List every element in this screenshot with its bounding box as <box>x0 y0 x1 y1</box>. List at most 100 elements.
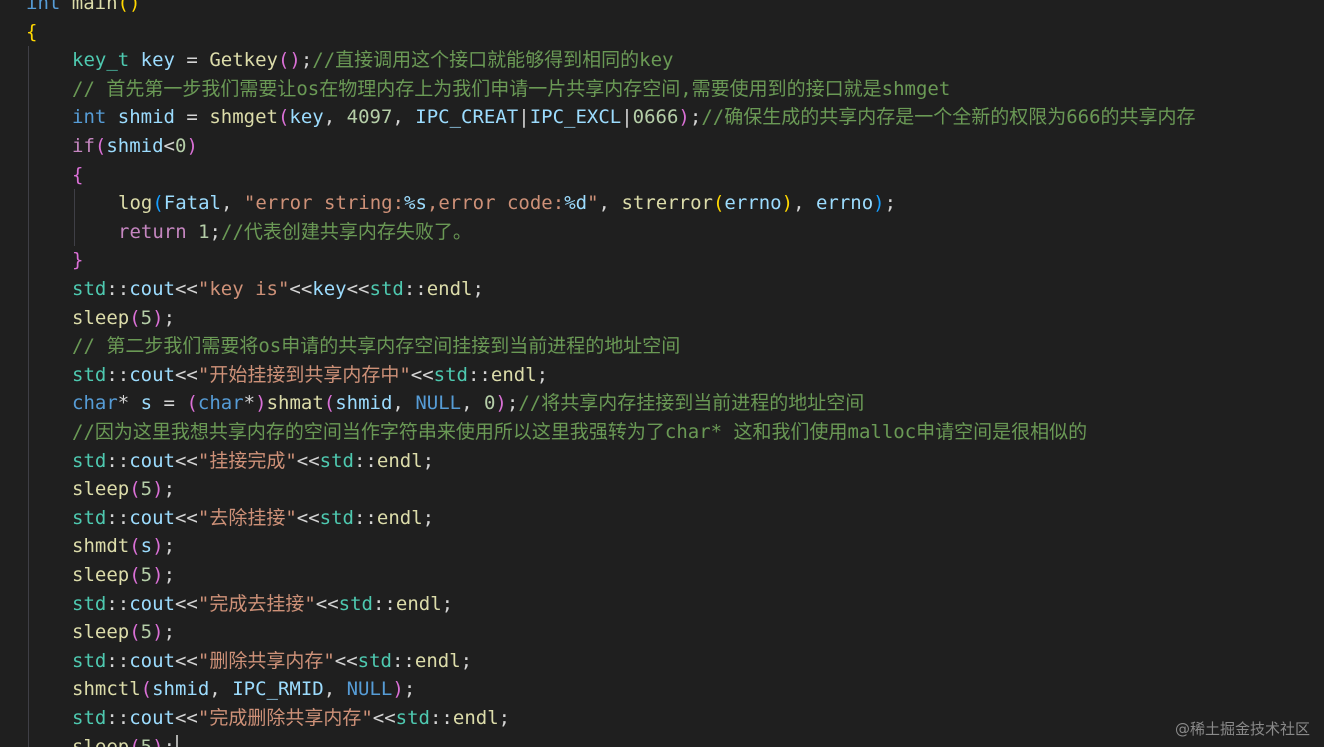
code-token: << <box>174 592 198 615</box>
code-line[interactable]: char* s = (char*)shmat(shmid, NULL, 0);/… <box>72 389 864 418</box>
code-line[interactable]: } <box>72 246 83 275</box>
code-line[interactable]: if(shmid<0) <box>72 132 198 161</box>
code-token: , <box>793 192 816 215</box>
code-token: << <box>334 649 358 672</box>
code-line[interactable]: std::cout<<"挂接完成"<<std::endl; <box>72 447 434 476</box>
code-token: ; <box>403 678 416 701</box>
code-token: , <box>323 678 347 701</box>
code-token: std <box>72 707 107 729</box>
code-token: std <box>72 592 107 615</box>
code-line[interactable]: int main() <box>26 0 140 18</box>
code-line[interactable]: std::cout<<"删除共享内存"<<std::endl; <box>72 647 472 676</box>
code-token: NULL <box>415 392 462 415</box>
code-line[interactable]: std::cout<<"去除挂接"<<std::endl; <box>72 504 434 533</box>
code-token: ; <box>884 192 897 215</box>
code-token: std <box>319 449 354 472</box>
code-token: "完成删除共享内存" <box>197 707 373 729</box>
code-token: //直接调用这个接口就能够得到相同的key <box>312 49 674 72</box>
code-token: endl <box>426 278 473 300</box>
code-token: , <box>323 106 347 129</box>
code-line[interactable]: // 首先第一步我们需要让os在物理内存上为我们申请一片共享内存空间,需要使用到… <box>72 75 950 104</box>
code-line[interactable]: shmctl(shmid, IPC_RMID, NULL); <box>72 675 415 704</box>
code-token: { <box>26 20 38 43</box>
code-token: { <box>72 163 84 186</box>
code-token: << <box>174 707 198 729</box>
code-token: shmat <box>266 392 324 415</box>
code-token: %s <box>404 192 427 215</box>
code-token: "去除挂接" <box>197 506 297 529</box>
code-token: key <box>312 278 347 300</box>
code-line[interactable]: // 第二步我们需要将os申请的共享内存空间挂接到当前进程的地址空间 <box>72 332 680 361</box>
code-token: << <box>346 278 370 300</box>
code-token: endl <box>414 649 461 672</box>
code-token: NULL <box>346 678 393 701</box>
code-token: char <box>197 392 244 415</box>
code-line[interactable]: //因为这里我想共享内存的空间当作字符串来使用所以这里我强转为了char* 这和… <box>72 418 1087 447</box>
code-token: std <box>433 363 468 386</box>
code-token: return <box>118 220 187 243</box>
code-token: , <box>392 106 416 129</box>
code-token: 4097 <box>346 106 393 129</box>
code-token: () <box>277 49 301 72</box>
code-line[interactable]: log(Fatal, "error string:%s,error code:%… <box>118 189 896 218</box>
code-token: ; <box>422 506 435 529</box>
code-token: 1 <box>198 220 210 243</box>
code-line[interactable]: std::cout<<"完成去挂接"<<std::endl; <box>72 590 453 619</box>
code-token: char <box>72 392 118 415</box>
code-token: << <box>372 707 396 729</box>
code-line[interactable]: sleep(5); <box>72 304 175 333</box>
code-line[interactable]: { <box>26 18 37 47</box>
code-token: << <box>174 363 198 386</box>
code-token: // 首先第一步我们需要让os在物理内存上为我们申请一片共享内存空间,需要使用到… <box>72 77 951 100</box>
code-token: IPC_RMID <box>232 678 324 701</box>
code-token: key <box>289 106 324 129</box>
code-line[interactable]: sleep(5); <box>72 733 179 747</box>
code-token: std <box>319 506 354 529</box>
code-token: ) <box>152 478 164 501</box>
code-token: 0 <box>483 392 496 415</box>
code-line[interactable]: key_t key = Getkey();//直接调用这个接口就能够得到相同的k… <box>72 46 674 75</box>
code-line[interactable]: shmdt(s); <box>72 532 175 561</box>
code-token: ) <box>152 306 164 329</box>
code-token: ( <box>129 478 141 501</box>
code-token: ; <box>536 363 549 386</box>
code-token: std <box>338 592 373 615</box>
code-token: cout <box>129 707 175 729</box>
code-token: //确保生成的共享内存是一个全新的权限为666的共享内存 <box>701 106 1196 129</box>
code-line[interactable]: sleep(5); <box>72 618 175 647</box>
code-token: << <box>296 506 320 529</box>
indent-guide <box>74 189 75 247</box>
code-line[interactable]: { <box>72 161 83 190</box>
code-line[interactable]: std::cout<<"key is"<<key<<std::endl; <box>72 275 484 304</box>
code-token: , <box>598 192 622 215</box>
code-token: errno <box>815 192 874 215</box>
code-token: :: <box>106 592 130 615</box>
code-token: shmid <box>106 135 164 157</box>
code-token: ( <box>129 535 141 558</box>
code-token: * <box>117 392 141 415</box>
code-editor[interactable]: int main() { key_t key = Getkey();//直接调用这个… <box>0 0 1324 747</box>
code-token: // 第二步我们需要将os申请的共享内存空间挂接到当前进程的地址空间 <box>72 335 681 358</box>
code-token: if <box>72 135 95 157</box>
code-line[interactable]: sleep(5); <box>72 475 175 504</box>
code-line[interactable]: std::cout<<"完成删除共享内存"<<std::endl; <box>72 704 510 733</box>
code-token: ; <box>163 478 176 501</box>
code-line[interactable]: std::cout<<"开始挂接到共享内存中"<<std::endl; <box>72 361 548 390</box>
code-token: * <box>243 392 256 415</box>
code-token: "删除共享内存" <box>197 649 335 672</box>
code-token: :: <box>106 506 130 529</box>
code-line[interactable]: sleep(5); <box>72 561 175 590</box>
code-token: "error string: <box>243 192 405 215</box>
code-token: int <box>26 0 61 14</box>
code-line[interactable]: int shmid = shmget(key, 4097, IPC_CREAT|… <box>72 103 1196 132</box>
code-token: :: <box>106 449 130 472</box>
code-token: shmid <box>117 106 175 129</box>
code-token: key_t <box>72 49 130 72</box>
code-token: ; <box>422 449 435 472</box>
code-line[interactable]: return 1;//代表创建共享内存失败了。 <box>118 218 472 247</box>
code-token: ( <box>129 564 141 586</box>
code-token: << <box>289 278 313 300</box>
